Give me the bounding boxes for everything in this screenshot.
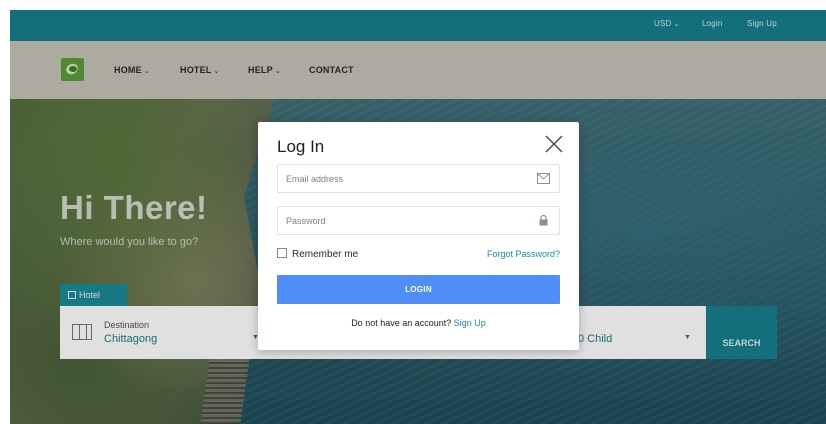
email-field-wrapper [277, 164, 560, 193]
email-input[interactable] [278, 165, 528, 192]
no-account-text: Do not have an account? [351, 318, 452, 328]
lock-icon [539, 215, 548, 226]
remember-label: Remember me [292, 249, 359, 260]
close-icon[interactable] [544, 134, 564, 154]
password-field-wrapper [277, 206, 560, 235]
signup-link[interactable]: Sign Up [454, 318, 486, 328]
modal-title: Log In [277, 137, 325, 156]
forgot-password-link[interactable]: Forgot Password? [487, 249, 560, 259]
signup-prompt: Do not have an account? Sign Up [258, 318, 579, 328]
login-button[interactable]: LOGIN [277, 275, 560, 304]
password-input[interactable] [278, 207, 528, 234]
remember-checkbox[interactable] [277, 248, 287, 258]
page-frame: USD ⌄ Login Sign Up HOME ⌄ HOTEL ⌄ HELP ⌄ CO… [10, 10, 826, 424]
envelope-icon [537, 173, 550, 184]
login-modal: Log In Remember me Forgot Password? LOGI… [258, 122, 579, 350]
remember-me[interactable]: Remember me [277, 248, 358, 260]
